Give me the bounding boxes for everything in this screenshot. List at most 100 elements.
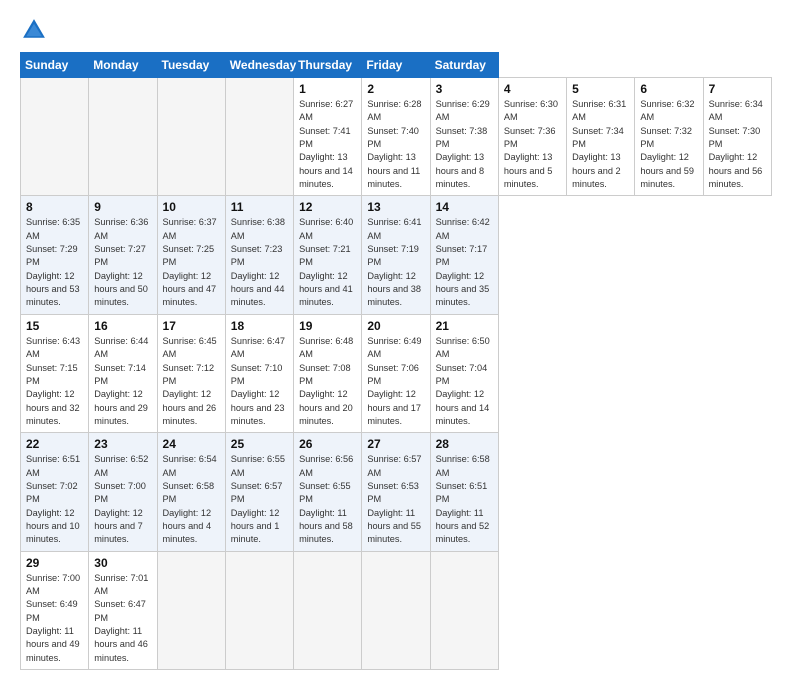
- day-number: 3: [436, 82, 494, 96]
- calendar-cell: 23 Sunrise: 6:52 AMSunset: 7:00 PMDayligh…: [89, 433, 157, 551]
- calendar-cell: 11 Sunrise: 6:38 AMSunset: 7:23 PMDayligh…: [225, 196, 293, 314]
- day-info: Sunrise: 6:51 AMSunset: 7:02 PMDaylight:…: [26, 453, 84, 546]
- day-number: 19: [299, 319, 357, 333]
- day-info: Sunrise: 6:30 AMSunset: 7:36 PMDaylight:…: [504, 98, 562, 191]
- day-number: 30: [94, 556, 152, 570]
- day-number: 5: [572, 82, 630, 96]
- col-header-wednesday: Wednesday: [225, 53, 293, 78]
- calendar-cell: 2 Sunrise: 6:28 AMSunset: 7:40 PMDaylight…: [362, 78, 430, 196]
- day-number: 7: [709, 82, 767, 96]
- day-number: 6: [640, 82, 698, 96]
- calendar-cell: 7Sunrise: 6:34 AMSunset: 7:30 PMDaylight…: [703, 78, 771, 196]
- calendar-cell: 15Sunrise: 6:43 AMSunset: 7:15 PMDayligh…: [21, 314, 89, 432]
- calendar-cell: [225, 78, 293, 196]
- calendar-cell: [157, 551, 225, 669]
- page: SundayMondayTuesdayWednesdayThursdayFrid…: [0, 0, 792, 680]
- calendar-cell: 29 Sunrise: 7:00 AMSunset: 6:49 PMDayligh…: [21, 551, 89, 669]
- calendar-cell: 8 Sunrise: 6:35 AMSunset: 7:29 PMDaylight…: [21, 196, 89, 314]
- calendar-cell: 3Sunrise: 6:29 AMSunset: 7:38 PMDaylight…: [430, 78, 498, 196]
- calendar-cell: 27 Sunrise: 6:57 AMSunset: 6:53 PMDayligh…: [362, 433, 430, 551]
- day-info: Sunrise: 6:35 AMSunset: 7:29 PMDaylight:…: [26, 216, 84, 309]
- day-number: 25: [231, 437, 289, 451]
- col-header-sunday: Sunday: [21, 53, 89, 78]
- col-header-saturday: Saturday: [430, 53, 498, 78]
- day-info: Sunrise: 6:31 AMSunset: 7:34 PMDaylight:…: [572, 98, 630, 191]
- calendar-cell: 4Sunrise: 6:30 AMSunset: 7:36 PMDaylight…: [498, 78, 566, 196]
- day-number: 29: [26, 556, 84, 570]
- day-number: 12: [299, 200, 357, 214]
- calendar-cell: 19Sunrise: 6:48 AMSunset: 7:08 PMDayligh…: [294, 314, 362, 432]
- day-info: Sunrise: 6:40 AMSunset: 7:21 PMDaylight:…: [299, 216, 357, 309]
- day-number: 20: [367, 319, 425, 333]
- day-info: Sunrise: 6:38 AMSunset: 7:23 PMDaylight:…: [231, 216, 289, 309]
- calendar-cell: [294, 551, 362, 669]
- calendar-cell: 12 Sunrise: 6:40 AMSunset: 7:21 PMDayligh…: [294, 196, 362, 314]
- day-info: Sunrise: 6:50 AMSunset: 7:04 PMDaylight:…: [436, 335, 494, 428]
- day-info: Sunrise: 6:49 AMSunset: 7:06 PMDaylight:…: [367, 335, 425, 428]
- day-info: Sunrise: 6:32 AMSunset: 7:32 PMDaylight:…: [640, 98, 698, 191]
- calendar-cell: 30 Sunrise: 7:01 AMSunset: 6:47 PMDayligh…: [89, 551, 157, 669]
- calendar-cell: [89, 78, 157, 196]
- calendar-cell: 24 Sunrise: 6:54 AMSunset: 6:58 PMDayligh…: [157, 433, 225, 551]
- day-number: 8: [26, 200, 84, 214]
- calendar-cell: [362, 551, 430, 669]
- calendar-cell: 14Sunrise: 6:42 AMSunset: 7:17 PMDayligh…: [430, 196, 498, 314]
- day-info: Sunrise: 6:55 AMSunset: 6:57 PMDaylight:…: [231, 453, 289, 546]
- calendar-cell: 18 Sunrise: 6:47 AMSunset: 7:10 PMDayligh…: [225, 314, 293, 432]
- week-row-2: 8 Sunrise: 6:35 AMSunset: 7:29 PMDaylight…: [21, 196, 772, 314]
- day-number: 11: [231, 200, 289, 214]
- day-number: 28: [436, 437, 494, 451]
- day-info: Sunrise: 6:57 AMSunset: 6:53 PMDaylight:…: [367, 453, 425, 546]
- calendar-cell: 5 Sunrise: 6:31 AMSunset: 7:34 PMDaylight…: [567, 78, 635, 196]
- calendar-cell: 28 Sunrise: 6:58 AMSunset: 6:51 PMDayligh…: [430, 433, 498, 551]
- calendar-table: SundayMondayTuesdayWednesdayThursdayFrid…: [20, 52, 772, 670]
- day-number: 17: [163, 319, 221, 333]
- col-header-tuesday: Tuesday: [157, 53, 225, 78]
- header-row: SundayMondayTuesdayWednesdayThursdayFrid…: [21, 53, 772, 78]
- calendar-cell: [430, 551, 498, 669]
- day-info: Sunrise: 6:52 AMSunset: 7:00 PMDaylight:…: [94, 453, 152, 546]
- day-info: Sunrise: 7:01 AMSunset: 6:47 PMDaylight:…: [94, 572, 152, 665]
- day-info: Sunrise: 6:54 AMSunset: 6:58 PMDaylight:…: [163, 453, 221, 546]
- day-number: 2: [367, 82, 425, 96]
- calendar-cell: 13 Sunrise: 6:41 AMSunset: 7:19 PMDayligh…: [362, 196, 430, 314]
- calendar-cell: [225, 551, 293, 669]
- calendar-cell: 26Sunrise: 6:56 AMSunset: 6:55 PMDayligh…: [294, 433, 362, 551]
- calendar-cell: [21, 78, 89, 196]
- calendar-cell: 6 Sunrise: 6:32 AMSunset: 7:32 PMDaylight…: [635, 78, 703, 196]
- calendar-cell: 16Sunrise: 6:44 AMSunset: 7:14 PMDayligh…: [89, 314, 157, 432]
- day-info: Sunrise: 6:28 AMSunset: 7:40 PMDaylight:…: [367, 98, 425, 191]
- day-info: Sunrise: 6:47 AMSunset: 7:10 PMDaylight:…: [231, 335, 289, 428]
- week-row-4: 22Sunrise: 6:51 AMSunset: 7:02 PMDayligh…: [21, 433, 772, 551]
- logo-icon: [20, 16, 48, 44]
- day-info: Sunrise: 6:41 AMSunset: 7:19 PMDaylight:…: [367, 216, 425, 309]
- calendar-cell: 20 Sunrise: 6:49 AMSunset: 7:06 PMDayligh…: [362, 314, 430, 432]
- day-number: 24: [163, 437, 221, 451]
- day-number: 1: [299, 82, 357, 96]
- day-info: Sunrise: 6:45 AMSunset: 7:12 PMDaylight:…: [163, 335, 221, 428]
- week-row-3: 15Sunrise: 6:43 AMSunset: 7:15 PMDayligh…: [21, 314, 772, 432]
- day-number: 23: [94, 437, 152, 451]
- day-info: Sunrise: 6:36 AMSunset: 7:27 PMDaylight:…: [94, 216, 152, 309]
- calendar-cell: 25 Sunrise: 6:55 AMSunset: 6:57 PMDayligh…: [225, 433, 293, 551]
- day-info: Sunrise: 7:00 AMSunset: 6:49 PMDaylight:…: [26, 572, 84, 665]
- day-number: 10: [163, 200, 221, 214]
- col-header-monday: Monday: [89, 53, 157, 78]
- col-header-thursday: Thursday: [294, 53, 362, 78]
- day-number: 16: [94, 319, 152, 333]
- day-number: 21: [436, 319, 494, 333]
- calendar-cell: 10 Sunrise: 6:37 AMSunset: 7:25 PMDayligh…: [157, 196, 225, 314]
- header: [20, 16, 772, 44]
- day-number: 26: [299, 437, 357, 451]
- calendar-cell: [157, 78, 225, 196]
- day-info: Sunrise: 6:37 AMSunset: 7:25 PMDaylight:…: [163, 216, 221, 309]
- week-row-5: 29 Sunrise: 7:00 AMSunset: 6:49 PMDayligh…: [21, 551, 772, 669]
- week-row-1: 1 Sunrise: 6:27 AMSunset: 7:41 PMDaylight…: [21, 78, 772, 196]
- day-number: 27: [367, 437, 425, 451]
- logo: [20, 16, 52, 44]
- day-info: Sunrise: 6:58 AMSunset: 6:51 PMDaylight:…: [436, 453, 494, 546]
- day-info: Sunrise: 6:27 AMSunset: 7:41 PMDaylight:…: [299, 98, 357, 191]
- day-number: 18: [231, 319, 289, 333]
- calendar-cell: 1 Sunrise: 6:27 AMSunset: 7:41 PMDaylight…: [294, 78, 362, 196]
- day-number: 13: [367, 200, 425, 214]
